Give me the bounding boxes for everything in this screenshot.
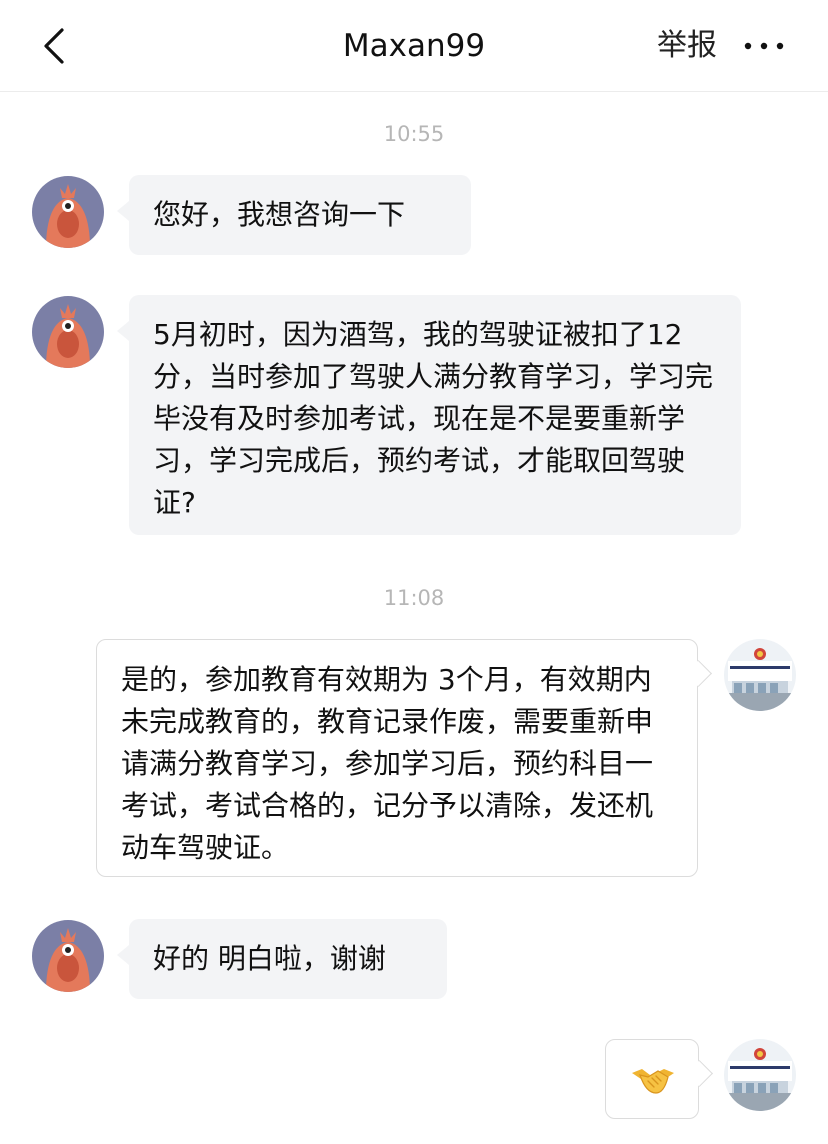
chat-title: Maxan99 bbox=[342, 28, 486, 64]
handshake-icon bbox=[632, 1069, 674, 1094]
chevron-left-icon[interactable] bbox=[34, 24, 78, 68]
message-bubble[interactable]: 5月初时，因为酒驾，我的驾驶证被扣了12分，当时参加了驾驶人满分教育学习，学习完… bbox=[117, 295, 741, 535]
official-avatar[interactable] bbox=[724, 639, 796, 711]
chat-header: Maxan99 举报 bbox=[0, 0, 828, 92]
more-dots-icon[interactable] bbox=[740, 34, 788, 58]
sticker-bubble[interactable] bbox=[605, 1039, 699, 1119]
message-bubble[interactable]: 您好，我想咨询一下 bbox=[117, 175, 471, 255]
reply-bubble[interactable]: 是的，参加教育有效期为 3个月，有效期内未完成教育的，教育记录作废，需要重新申请… bbox=[96, 639, 698, 877]
message-timestamp: 10:55 bbox=[383, 122, 445, 146]
message-bubble[interactable]: 好的 明白啦，谢谢 bbox=[117, 919, 447, 999]
user-avatar[interactable] bbox=[32, 920, 104, 992]
official-avatar[interactable] bbox=[724, 1039, 796, 1111]
user-avatar[interactable] bbox=[32, 296, 104, 368]
user-avatar[interactable] bbox=[32, 176, 104, 248]
message-timestamp: 11:08 bbox=[383, 586, 445, 610]
report-button[interactable]: 举报 bbox=[657, 26, 717, 66]
